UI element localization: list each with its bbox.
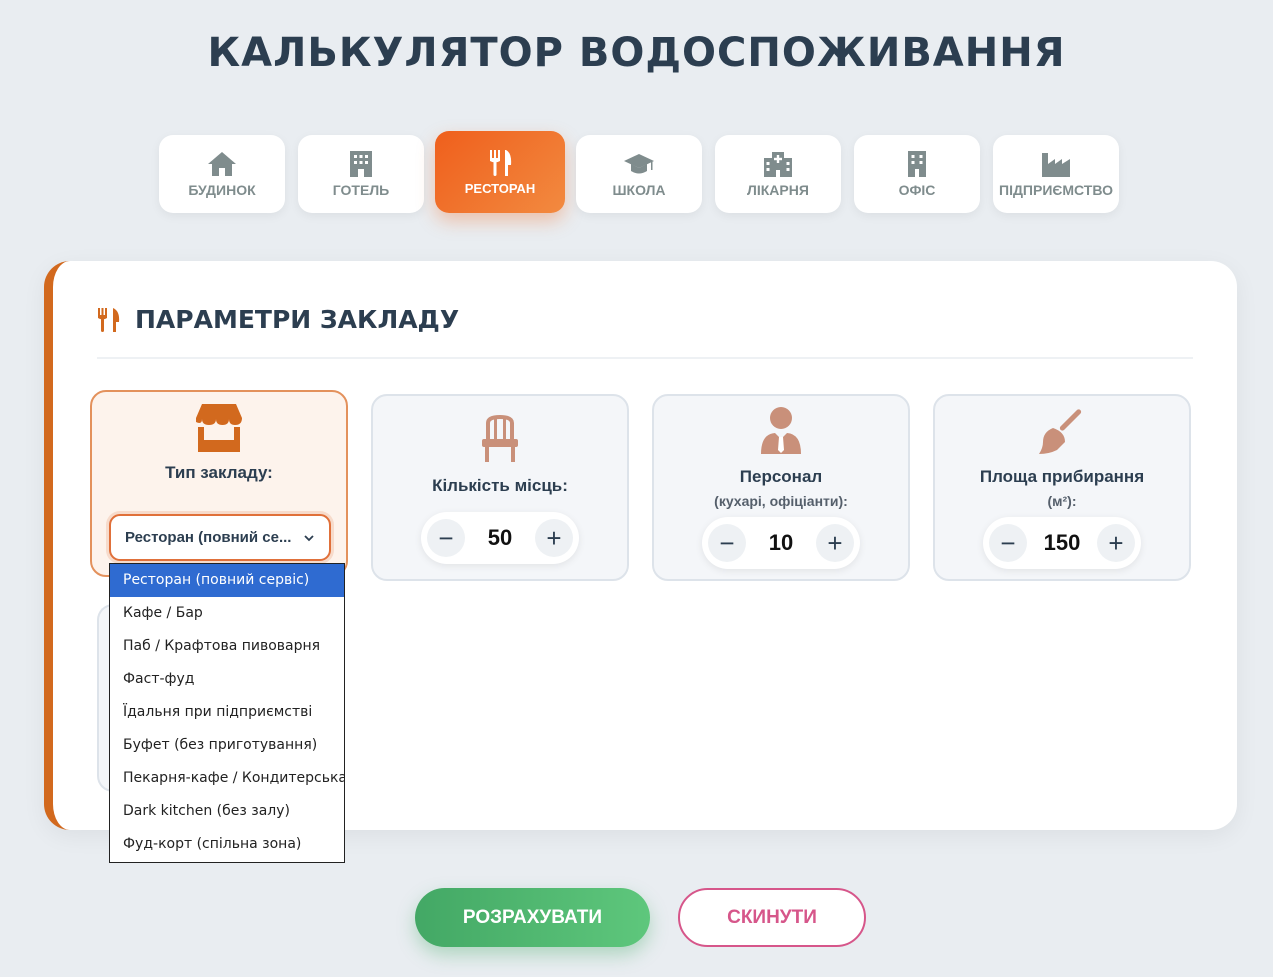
tab-label: ОФІС xyxy=(898,182,936,198)
tab-label: ШКОЛА xyxy=(612,182,666,198)
hotel-icon xyxy=(350,151,372,177)
category-tabs: БУДИНОК ГОТЕЛЬ РЕСТОРАН ШКОЛА ЛІКАРНЯ ОФ… xyxy=(159,131,1119,213)
area-param-card: Площа прибирання (м²): − 150 + xyxy=(933,394,1191,581)
calculate-button[interactable]: РОЗРАХУВАТИ xyxy=(415,888,650,947)
divider xyxy=(97,357,1193,359)
tab-school[interactable]: ШКОЛА xyxy=(576,135,702,213)
dropdown-option[interactable]: Пекарня-кафе / Кондитерська xyxy=(110,762,344,795)
page-title: КАЛЬКУЛЯТОР ВОДОСПОЖИВАННЯ xyxy=(207,30,1066,76)
staff-param-card: Персонал (кухарі, офіціанти): − 10 + xyxy=(652,394,910,581)
tab-office[interactable]: ОФІС xyxy=(854,135,980,213)
chevron-down-icon xyxy=(304,534,314,541)
seats-decrement-button[interactable]: − xyxy=(427,519,465,557)
dropdown-option[interactable]: Фуд-корт (спільна зона) xyxy=(110,828,344,861)
type-label: Тип закладу: xyxy=(165,463,273,482)
tab-house[interactable]: БУДИНОК xyxy=(159,135,285,213)
staff-sublabel: (кухарі, офіціанти): xyxy=(714,493,848,509)
area-label: Площа прибирання xyxy=(979,467,1145,486)
seats-param-card: Кількість місць: − 50 + xyxy=(371,394,629,581)
office-building-icon xyxy=(908,151,926,177)
dropdown-option[interactable]: Паб / Крафтова пивоварня xyxy=(110,630,344,663)
staff-label: Персонал xyxy=(739,467,823,486)
tab-restaurant[interactable]: РЕСТОРАН xyxy=(435,131,565,213)
type-select[interactable]: Ресторан (повний се... xyxy=(109,514,331,561)
dropdown-option[interactable]: Фаст-фуд xyxy=(110,663,344,696)
tab-label: ПІДПРИЄМСТВО xyxy=(999,182,1113,198)
tab-label: РЕСТОРАН xyxy=(464,180,536,196)
type-param-card: Тип закладу: Ресторан (повний се... xyxy=(90,390,348,577)
broom-icon xyxy=(1039,409,1082,454)
staff-decrement-button[interactable]: − xyxy=(708,524,746,562)
area-stepper: − 150 + xyxy=(983,517,1141,569)
seats-value[interactable]: 50 xyxy=(488,525,512,551)
tab-label: БУДИНОК xyxy=(188,182,256,198)
section-heading: ПАРАМЕТРИ ЗАКЛАДУ xyxy=(97,305,459,334)
area-value[interactable]: 150 xyxy=(1044,530,1081,556)
dropdown-option[interactable]: Їдальня при підприємстві xyxy=(110,696,344,729)
dropdown-option[interactable]: Dark kitchen (без залу) xyxy=(110,795,344,828)
utensils-icon xyxy=(98,307,120,332)
section-title: ПАРАМЕТРИ ЗАКЛАДУ xyxy=(135,305,460,334)
area-increment-button[interactable]: + xyxy=(1097,524,1135,562)
user-tie-icon xyxy=(761,407,801,454)
hospital-icon xyxy=(764,152,792,177)
staff-value[interactable]: 10 xyxy=(769,530,793,556)
seats-stepper: − 50 + xyxy=(421,512,579,564)
tab-enterprise[interactable]: ПІДПРИЄМСТВО xyxy=(993,135,1119,213)
dropdown-option[interactable]: Буфет (без приготування) xyxy=(110,729,344,762)
tab-hospital[interactable]: ЛІКАРНЯ xyxy=(715,135,841,213)
type-select-value: Ресторан (повний се... xyxy=(125,529,292,546)
dropdown-option[interactable]: Кафе / Бар xyxy=(110,597,344,630)
staff-increment-button[interactable]: + xyxy=(815,524,854,562)
reset-button[interactable]: СКИНУТИ xyxy=(678,888,866,947)
factory-icon xyxy=(1042,153,1070,177)
area-decrement-button[interactable]: − xyxy=(989,524,1027,562)
seats-increment-button[interactable]: + xyxy=(534,519,573,557)
area-sublabel: (м²): xyxy=(1047,493,1077,509)
type-dropdown-list: Ресторан (повний сервіс) Кафе / Бар Паб … xyxy=(109,563,345,863)
tab-label: ЛІКАРНЯ xyxy=(747,182,809,198)
store-icon xyxy=(196,404,242,452)
tab-label: ГОТЕЛЬ xyxy=(332,182,390,198)
graduation-cap-icon xyxy=(624,154,654,174)
tab-hotel[interactable]: ГОТЕЛЬ xyxy=(298,135,424,213)
seats-label: Кількість місць: xyxy=(432,476,568,495)
staff-stepper: − 10 + xyxy=(702,517,860,569)
house-icon xyxy=(208,152,236,176)
chair-icon xyxy=(482,415,518,462)
utensils-icon xyxy=(490,149,512,176)
dropdown-option[interactable]: Ресторан (повний сервіс) xyxy=(110,564,344,597)
